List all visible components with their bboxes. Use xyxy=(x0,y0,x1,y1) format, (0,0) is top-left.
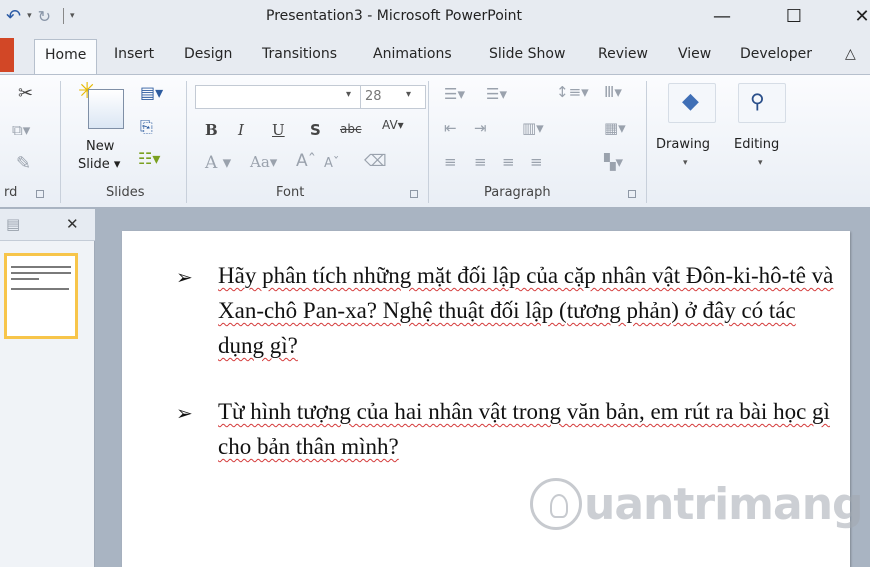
align-left-icon[interactable]: ≡ xyxy=(444,155,457,170)
editing-label[interactable]: Editing xyxy=(734,137,779,152)
font-name-input[interactable] xyxy=(195,85,365,109)
grow-font-icon[interactable]: Aˆ xyxy=(296,153,316,170)
customize-qat-icon[interactable]: ▾ xyxy=(70,11,75,21)
thumb-line xyxy=(11,288,69,290)
font-size-input[interactable]: 28 xyxy=(360,85,426,109)
minimize-button[interactable]: — xyxy=(702,2,742,32)
tab-developer[interactable]: Developer xyxy=(740,46,812,62)
tab-design[interactable]: Design xyxy=(184,46,232,62)
align-text-icon[interactable]: ▦▾ xyxy=(604,121,626,136)
tab-transitions[interactable]: Transitions xyxy=(262,46,337,62)
smartart-icon[interactable]: ▚▾ xyxy=(604,155,623,170)
font-color-icon[interactable]: A ▾ xyxy=(205,155,231,172)
redo-icon[interactable]: ↻ xyxy=(38,7,51,26)
group-separator xyxy=(60,81,61,203)
tab-home[interactable]: Home xyxy=(34,39,98,75)
tab-animations[interactable]: Animations xyxy=(373,46,452,62)
thumb-line xyxy=(11,272,71,274)
outline-tab-icon[interactable]: ▤ xyxy=(6,217,20,232)
thumb-line xyxy=(11,278,39,280)
binoculars-icon[interactable]: ⚲ xyxy=(750,91,765,111)
drawing-label[interactable]: Drawing xyxy=(656,137,710,152)
line-spacing-icon[interactable]: ↕≡▾ xyxy=(556,85,589,100)
tab-review[interactable]: Review xyxy=(598,46,648,62)
cut-icon[interactable]: ✂ xyxy=(18,85,33,103)
layout-icon[interactable]: ▤▾ xyxy=(140,85,163,101)
tab-view[interactable]: View xyxy=(678,46,711,62)
drawing-dropdown-icon[interactable]: ▾ xyxy=(683,159,688,168)
clipboard-launcher-icon[interactable] xyxy=(36,190,44,198)
undo-dropdown-icon[interactable]: ▾ xyxy=(27,11,32,21)
underline-icon[interactable]: U xyxy=(272,123,285,138)
paragraph-group-label: Paragraph xyxy=(484,185,551,200)
editing-dropdown-icon[interactable]: ▾ xyxy=(758,159,763,168)
watermark-bulb-icon xyxy=(530,478,582,530)
new-slide-icon[interactable] xyxy=(88,89,124,129)
font-launcher-icon[interactable] xyxy=(410,190,418,198)
change-case-icon[interactable]: Aa▾ xyxy=(250,155,277,170)
bullet-arrow-icon: ➢ xyxy=(176,401,193,425)
decrease-indent-icon[interactable]: ⇤ xyxy=(444,121,457,136)
font-group-label: Font xyxy=(276,185,305,200)
format-painter-icon[interactable]: ✎ xyxy=(16,155,31,173)
align-right-icon[interactable]: ≡ xyxy=(502,155,515,170)
slide-bullet-2[interactable]: Từ hình tượng của hai nhân vật trong văn… xyxy=(218,394,838,464)
file-tab[interactable] xyxy=(0,38,14,72)
new-slide-label-1[interactable]: New xyxy=(86,139,114,154)
quick-access-toolbar: ↶ ▾ ↻ ▾ xyxy=(0,4,81,28)
new-slide-label-2[interactable]: Slide ▾ xyxy=(78,157,120,172)
shrink-font-icon[interactable]: Aˇ xyxy=(324,157,339,170)
clipboard-group-label: rd xyxy=(4,185,18,200)
slides-panel: ▤ ✕ xyxy=(0,209,95,567)
tab-slide-show[interactable]: Slide Show xyxy=(489,46,565,62)
maximize-button[interactable]: ☐ xyxy=(774,2,814,32)
font-name-dropdown-icon[interactable]: ▾ xyxy=(346,90,351,100)
font-size-dropdown-icon[interactable]: ▾ xyxy=(406,90,411,100)
increase-indent-icon[interactable]: ⇥ xyxy=(474,121,487,136)
collapse-ribbon-icon[interactable]: △ xyxy=(845,46,856,62)
numbering-icon[interactable]: ☰▾ xyxy=(486,87,507,102)
undo-icon[interactable]: ↶ xyxy=(6,6,21,27)
slide-thumbnail[interactable] xyxy=(4,253,78,339)
bullets-icon[interactable]: ☰▾ xyxy=(444,87,465,102)
watermark: uantrimang xyxy=(530,478,864,530)
slides-panel-header: ▤ ✕ xyxy=(0,209,95,241)
close-button[interactable]: ✕ xyxy=(842,2,870,32)
copy-icon[interactable]: ⧉▾ xyxy=(12,123,30,138)
shapes-icon[interactable]: ◆ xyxy=(682,91,699,113)
italic-icon[interactable]: I xyxy=(238,123,244,138)
bullet-arrow-icon: ➢ xyxy=(176,265,193,289)
center-icon[interactable]: ≡ xyxy=(474,155,487,170)
group-separator xyxy=(428,81,429,203)
ribbon: ✂ ⧉▾ ✎ rd ✳ New Slide ▾ ▤▾ ⎘ ☷▾ Slides ▾… xyxy=(0,74,870,208)
paragraph-launcher-icon[interactable] xyxy=(628,190,636,198)
window-title: Presentation3 - Microsoft PowerPoint xyxy=(266,8,523,24)
bold-icon[interactable]: B xyxy=(205,123,218,138)
title-bar: ↶ ▾ ↻ ▾ Presentation3 - Microsoft PowerP… xyxy=(0,0,870,34)
qat-separator xyxy=(63,8,65,24)
tab-insert[interactable]: Insert xyxy=(114,46,154,62)
reset-icon[interactable]: ⎘ xyxy=(140,119,153,135)
columns-icon[interactable]: ▥▾ xyxy=(522,121,544,136)
group-separator xyxy=(646,81,647,203)
shadow-icon[interactable]: S xyxy=(310,123,321,138)
watermark-text: uantrimang xyxy=(584,478,864,530)
ribbon-tab-row: Home Insert Design Transitions Animation… xyxy=(0,34,870,75)
character-spacing-icon[interactable]: AV▾ xyxy=(382,119,404,131)
slides-group-label: Slides xyxy=(106,185,145,200)
strikethrough-icon[interactable]: abc xyxy=(340,123,362,135)
slide-bullet-1[interactable]: Hãy phân tích những mặt đối lập của cặp … xyxy=(218,258,838,363)
group-separator xyxy=(186,81,187,203)
close-panel-icon[interactable]: ✕ xyxy=(66,217,79,232)
justify-icon[interactable]: ≡ xyxy=(530,155,543,170)
thumb-line xyxy=(11,266,71,268)
text-direction-icon[interactable]: Ⅲ▾ xyxy=(604,85,622,100)
clear-formatting-icon[interactable]: ⌫ xyxy=(364,153,387,169)
section-icon[interactable]: ☷▾ xyxy=(138,151,160,167)
